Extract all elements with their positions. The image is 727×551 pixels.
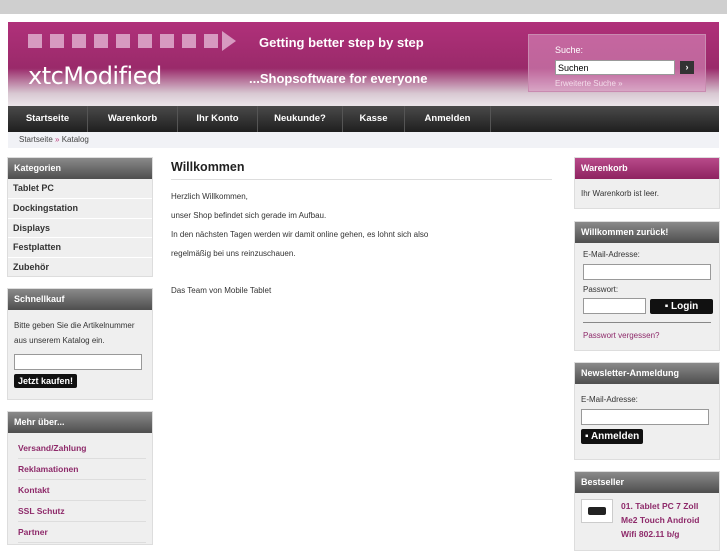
arrow-icon [222, 31, 236, 51]
newsletter-box: Newsletter-Anmeldung E-Mail-Adresse: ▪ A… [574, 362, 720, 460]
newsletter-title: Newsletter-Anmeldung [575, 363, 719, 384]
cart-title: Warenkorb [575, 158, 719, 179]
welcome-line: In den nächsten Tagen werden wir damit o… [171, 230, 429, 239]
header-banner: xtcModified Getting better step by step … [8, 22, 719, 106]
deco-square [116, 34, 130, 48]
nav-kasse[interactable]: Kasse [343, 106, 405, 132]
more-title: Mehr über... [8, 412, 152, 433]
deco-square [204, 34, 218, 48]
tablet-icon [588, 507, 606, 515]
category-item[interactable]: Tablet PC [8, 179, 152, 199]
welcome-line: Herzlich Willkommen, [171, 192, 248, 201]
main-nav: Startseite Warenkorb Ihr Konto Neukunde?… [8, 106, 719, 132]
deco-square [182, 34, 196, 48]
login-button[interactable]: ▪ Login [650, 298, 713, 314]
quickbuy-text: Bitte geben Sie die Artikelnummer aus un… [14, 321, 135, 345]
deco-square [94, 34, 108, 48]
product-thumbnail[interactable] [581, 499, 613, 523]
more-link[interactable]: Partner [18, 522, 146, 543]
categories-box: Kategorien Tablet PC Dockingstation Disp… [7, 157, 153, 278]
nav-neukunde[interactable]: Neukunde? [258, 106, 343, 132]
password-input[interactable] [583, 298, 646, 314]
newsletter-email-input[interactable] [581, 409, 709, 425]
logo[interactable]: xtcModified [28, 62, 162, 90]
nav-anmelden[interactable]: Anmelden [405, 106, 491, 132]
slogan: ...Shopsoftware for everyone [249, 71, 428, 86]
search-label: Suche: [555, 45, 584, 55]
more-box: Mehr über... Versand/Zahlung Reklamation… [7, 411, 153, 545]
advanced-search-link[interactable]: Erweiterte Suche » [555, 79, 623, 88]
deco-square [160, 34, 174, 48]
newsletter-subscribe-button[interactable]: ▪ Anmelden [581, 429, 644, 444]
more-link[interactable]: Versand/Zahlung [18, 438, 146, 459]
article-number-input[interactable] [14, 354, 142, 370]
newsletter-email-label: E-Mail-Adresse: [581, 395, 638, 404]
bestseller-rank: 01. [621, 501, 633, 511]
top-bar [0, 0, 727, 14]
cart-box: Warenkorb Ihr Warenkorb ist leer. [574, 157, 720, 209]
quickbuy-title: Schnellkauf [8, 289, 152, 310]
buy-now-button[interactable]: Jetzt kaufen! [14, 374, 78, 388]
categories-title: Kategorien [8, 158, 152, 179]
deco-square [50, 34, 64, 48]
deco-square [28, 34, 42, 48]
forgot-password-link[interactable]: Passwort vergessen? [575, 323, 719, 348]
login-button-label: Login [671, 300, 699, 312]
main-content: Willkommen Herzlich Willkommen, unser Sh… [171, 160, 552, 300]
nav-ihr-konto[interactable]: Ihr Konto [178, 106, 258, 132]
login-email-input[interactable] [583, 264, 711, 280]
login-box: Willkommen zurück! E-Mail-Adresse: Passw… [574, 221, 720, 351]
category-item[interactable]: Zubehör [8, 258, 152, 278]
more-link[interactable]: SSL Schutz [18, 501, 146, 522]
search-button[interactable]: › [680, 61, 694, 74]
deco-square [138, 34, 152, 48]
bestseller-box: Bestseller 01. Tablet PC 7 Zoll Me2 Touc… [574, 471, 720, 551]
bestseller-item[interactable]: 01. Tablet PC 7 Zoll Me2 Touch Android W… [621, 499, 713, 541]
password-label: Passwort: [583, 285, 619, 294]
category-item[interactable]: Dockingstation [8, 199, 152, 219]
quickbuy-box: Schnellkauf Bitte geben Sie die Artikeln… [7, 288, 153, 400]
breadcrumb-home[interactable]: Startseite [19, 135, 53, 144]
more-link[interactable]: Reklamationen [18, 459, 146, 480]
more-link[interactable]: Kontakt [18, 480, 146, 501]
bestseller-name[interactable]: Tablet PC 7 Zoll Me2 Touch Android Wifi … [621, 501, 699, 539]
slogan: Getting better step by step [259, 35, 424, 50]
breadcrumb: Startseite » Katalog [8, 132, 719, 148]
welcome-line: unser Shop befindet sich gerade im Aufba… [171, 211, 327, 220]
login-title: Willkommen zurück! [575, 222, 719, 243]
email-label: E-Mail-Adresse: [583, 250, 640, 259]
page-title: Willkommen [171, 160, 552, 180]
cart-text: Ihr Warenkorb ist leer. [581, 189, 659, 198]
nav-warenkorb[interactable]: Warenkorb [88, 106, 178, 132]
breadcrumb-current[interactable]: Katalog [62, 135, 89, 144]
search-input[interactable] [555, 60, 675, 75]
subscribe-button-label: Anmelden [590, 431, 640, 442]
search-box: Suche: › Erweiterte Suche » [528, 34, 706, 92]
breadcrumb-separator: » [55, 135, 60, 144]
deco-square [72, 34, 86, 48]
category-item[interactable]: Festplatten [8, 238, 152, 259]
nav-startseite[interactable]: Startseite [8, 106, 88, 132]
signature: Das Team von Mobile Tablet [171, 286, 272, 295]
bestseller-title: Bestseller [575, 472, 719, 493]
category-item[interactable]: Displays [8, 219, 152, 239]
welcome-line: regelmäßig bei uns reinzuschauen. [171, 249, 296, 258]
